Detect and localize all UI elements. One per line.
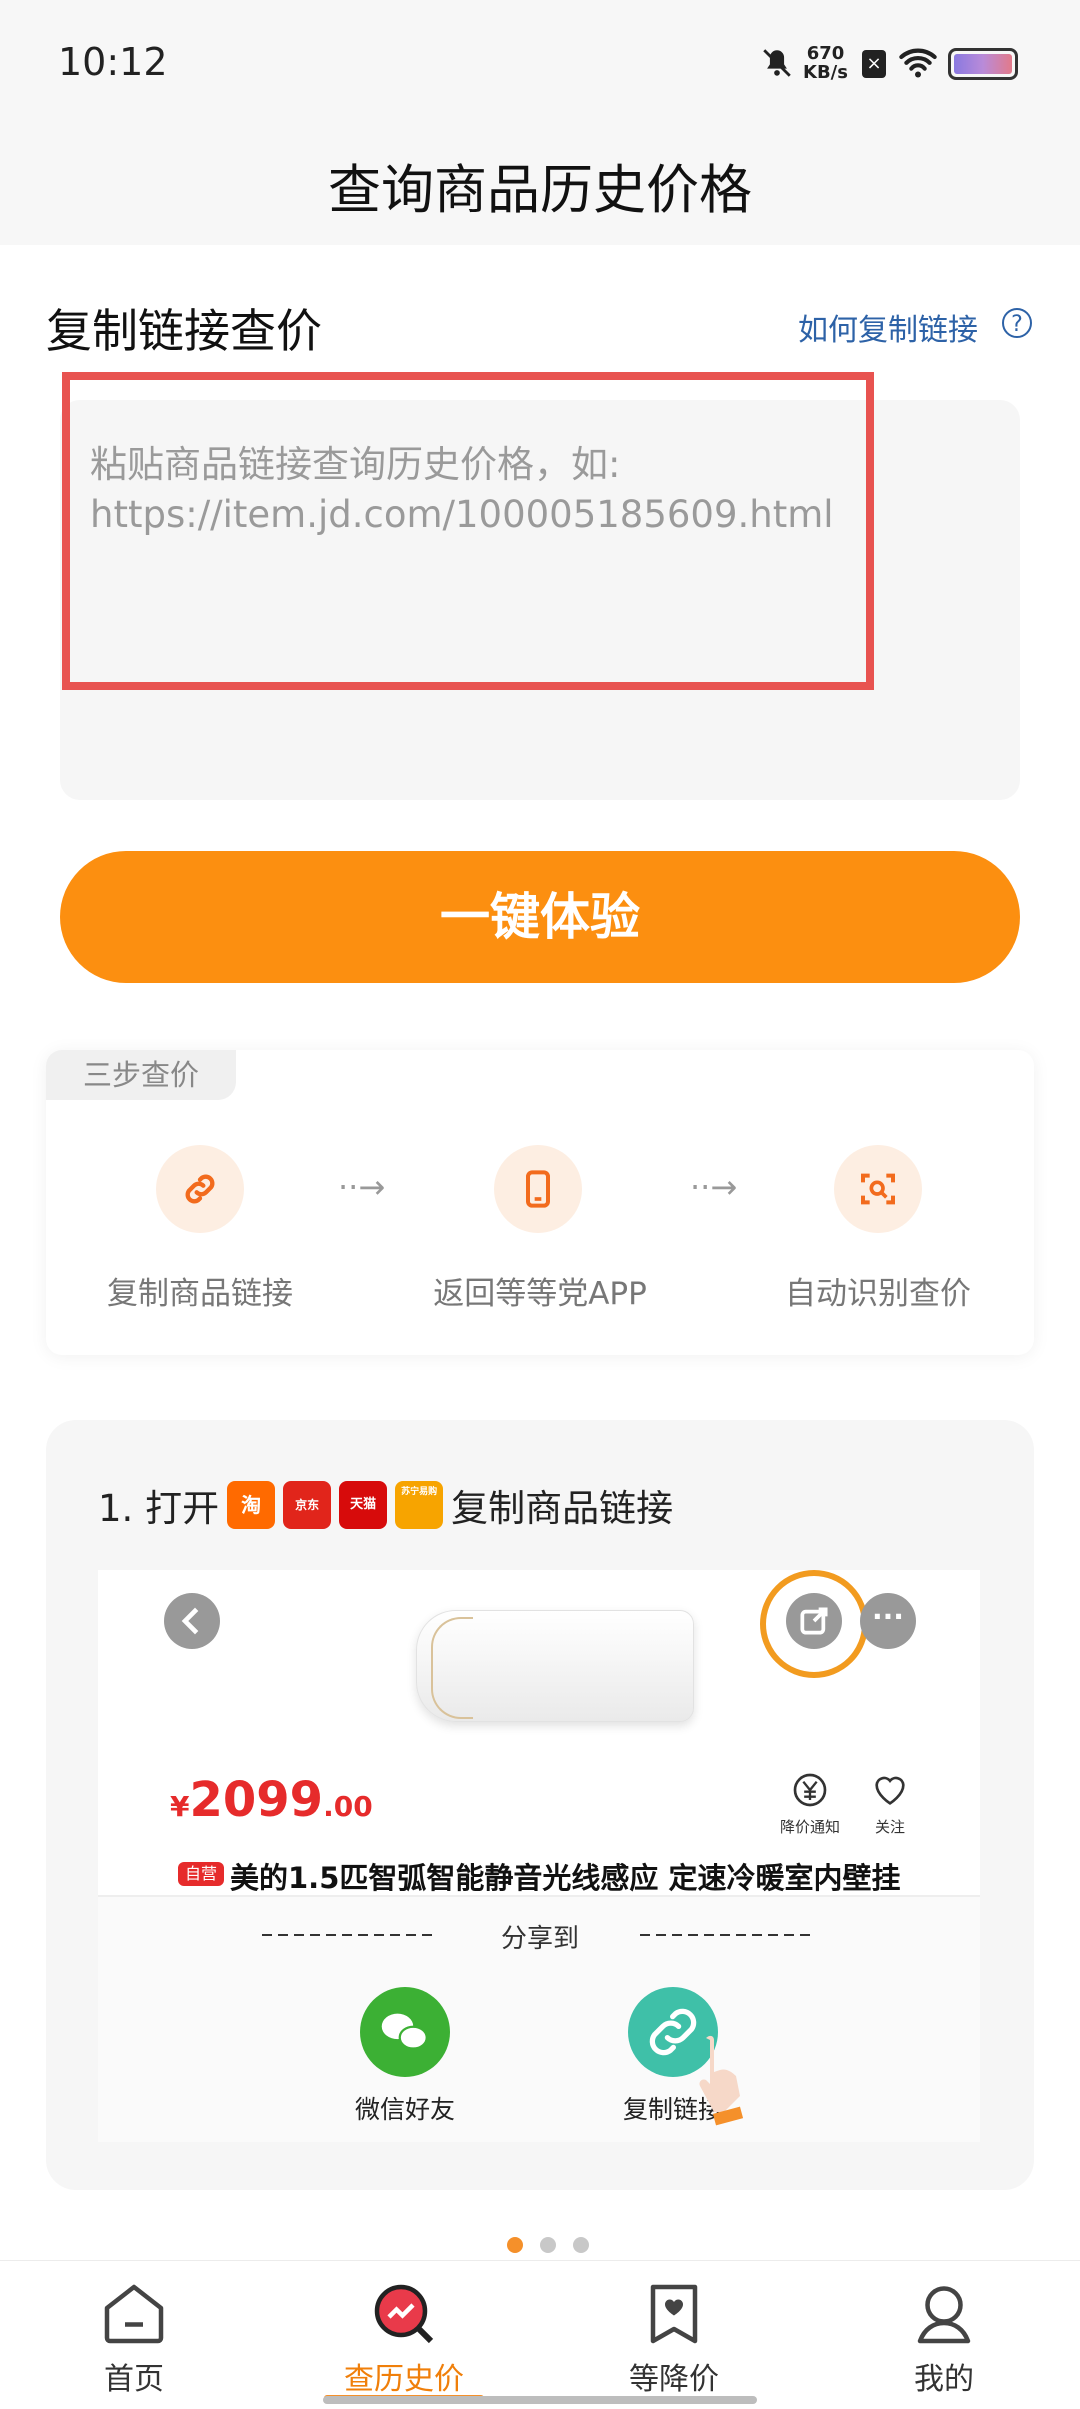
follow-label: 关注 [874,1818,905,1836]
home-icon [104,2284,164,2344]
product-name: 美的1.5匹智弧智能静音光线感应 定速冷暖室内壁挂 [230,1861,901,1895]
page-title: 查询商品历史价格 [328,160,752,221]
nav-item-me[interactable]: 我的 [844,2278,1044,2398]
share-highlight-ring [760,1570,868,1678]
status-time: 10:12 [58,40,168,84]
step-label: 返回等等党APP [433,1276,647,1312]
taobao-logo: 淘 [227,1481,276,1529]
product-price: ¥2099.00 [170,1772,373,1828]
step-arrow: ··→ [338,1168,386,1206]
hand-pointer-icon [690,2030,750,2130]
nav-item-price-history[interactable]: 查历史价 [304,2278,504,2398]
pager-dot[interactable] [573,2237,589,2253]
air-conditioner-image [416,1610,694,1722]
step-label: 复制商品链接 [107,1276,293,1312]
pager-dot[interactable] [540,2237,556,2253]
home-indicator[interactable] [323,2396,757,2404]
nav-label: 我的 [914,2362,974,2397]
nav-label: 等降价 [629,2362,719,2397]
mute-icon [760,46,794,84]
step-arrow: ··→ [690,1168,738,1206]
phone-icon [494,1145,582,1233]
link-icon [156,1145,244,1233]
help-icon[interactable]: ? [1002,308,1032,338]
more-icon: ··· [860,1593,916,1649]
divider-right [640,1934,816,1936]
price-alert-icon [790,1770,830,1810]
tutorial-step-text: 1. 打开 淘 京东 天猫 苏宁易购 复制商品链接 [98,1478,673,1532]
step-label: 自动识别查价 [785,1276,971,1312]
steps-tag: 三步查价 [46,1050,236,1100]
tmall-logo: 天猫 [339,1481,388,1529]
share-option-label: 微信好友 [354,2095,455,2124]
how-to-copy-link[interactable]: 如何复制链接 [798,305,978,349]
suning-logo: 苏宁易购 [395,1481,444,1529]
scan-icon [834,1145,922,1233]
nav-label: 首页 [104,2362,164,2397]
bookmark-heart-icon [650,2284,698,2344]
profile-icon [917,2286,971,2344]
pager-dot-active[interactable] [507,2237,523,2253]
wechat-icon [360,1987,450,2077]
nav-item-wait-drop[interactable]: 等降价 [574,2278,774,2398]
nav-label: 查历史价 [344,2362,464,2397]
try-now-button[interactable]: 一键体验 [60,851,1020,983]
price-history-icon [374,2284,434,2344]
share-to-label: 分享到 [500,1924,579,1954]
back-icon [164,1593,220,1649]
follow-icon [870,1770,910,1810]
self-operated-badge: 自营 [178,1862,224,1886]
section-title: 复制链接查价 [46,304,322,358]
wifi-icon [898,44,938,84]
price-alert-label: 降价通知 [779,1818,840,1836]
sim-icon: × [862,50,886,78]
jd-logo: 京东 [283,1481,332,1529]
net-speed: 670 KB/s [803,43,848,83]
highlight-box [62,372,874,690]
nav-item-home[interactable]: 首页 [34,2278,234,2398]
battery-icon [948,48,1018,80]
